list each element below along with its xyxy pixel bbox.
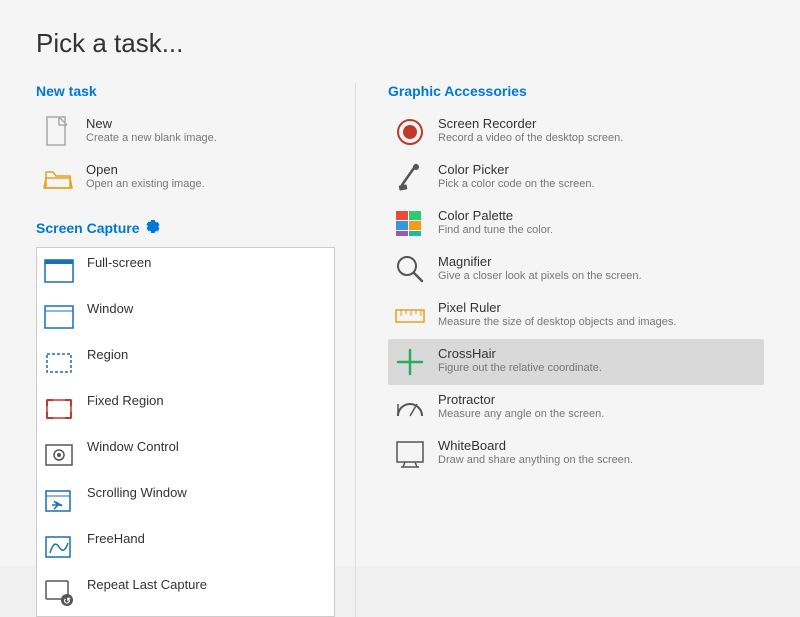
scrolling-window-item[interactable]: Scrolling Window (37, 478, 334, 524)
color-picker-label: Color Picker (438, 162, 595, 177)
whiteboard-icon (394, 438, 426, 470)
region-label: Region (87, 347, 128, 362)
freehand-icon (43, 531, 75, 563)
new-task-section: New task New Create a new blank image. (36, 83, 335, 201)
window-item[interactable]: Window (37, 294, 334, 340)
color-picker-icon (394, 162, 426, 194)
window-control-item[interactable]: Window Control (37, 432, 334, 478)
window-label: Window (87, 301, 133, 316)
color-palette-icon (394, 208, 426, 240)
screen-capture-section: Screen Capture (36, 219, 335, 617)
region-item[interactable]: Region (37, 340, 334, 386)
crosshair-item[interactable]: CrossHair Figure out the relative coordi… (388, 339, 764, 385)
freehand-item[interactable]: FreeHand (37, 524, 334, 570)
pixel-ruler-icon (394, 300, 426, 332)
screen-recorder-icon (394, 116, 426, 148)
new-label: New (86, 116, 217, 131)
open-label: Open (86, 162, 205, 177)
magnifier-icon (394, 254, 426, 286)
open-item[interactable]: Open Open an existing image. (36, 155, 335, 201)
fixed-region-item[interactable]: Fixed Region (37, 386, 334, 432)
scrolling-window-label: Scrolling Window (87, 485, 187, 500)
right-column: Graphic Accessories Screen Recorder Reco… (356, 83, 764, 617)
page-title: Pick a task... (36, 28, 764, 59)
graphic-accessories-title: Graphic Accessories (388, 83, 764, 99)
protractor-label: Protractor (438, 392, 604, 407)
window-control-icon (43, 439, 75, 471)
fixed-region-icon (43, 393, 75, 425)
fullscreen-label: Full-screen (87, 255, 151, 270)
magnifier-label: Magnifier (438, 254, 642, 269)
window-icon (43, 301, 75, 333)
screen-capture-title: Screen Capture (36, 219, 335, 237)
pixel-ruler-label: Pixel Ruler (438, 300, 676, 315)
whiteboard-desc: Draw and share anything on the screen. (438, 454, 633, 466)
new-desc: Create a new blank image. (86, 132, 217, 144)
screen-recorder-label: Screen Recorder (438, 116, 623, 131)
screen-capture-list[interactable]: Full-screen Window (36, 247, 335, 617)
fullscreen-icon (43, 255, 75, 287)
screen-recorder-desc: Record a video of the desktop screen. (438, 132, 623, 144)
magnifier-desc: Give a closer look at pixels on the scre… (438, 270, 642, 282)
crosshair-desc: Figure out the relative coordinate. (438, 362, 602, 374)
region-icon (43, 347, 75, 379)
crosshair-icon (394, 346, 426, 378)
svg-text:↺: ↺ (63, 596, 71, 606)
new-task-title: New task (36, 83, 335, 99)
left-column: New task New Create a new blank image. (36, 83, 356, 617)
color-picker-desc: Pick a color code on the screen. (438, 178, 595, 190)
new-item[interactable]: New Create a new blank image. (36, 109, 335, 155)
repeat-last-icon: ↺ (43, 577, 75, 609)
color-palette-desc: Find and tune the color. (438, 224, 553, 236)
color-palette-label: Color Palette (438, 208, 553, 223)
color-picker-item[interactable]: Color Picker Pick a color code on the sc… (388, 155, 764, 201)
protractor-desc: Measure any angle on the screen. (438, 408, 604, 420)
protractor-item[interactable]: Protractor Measure any angle on the scre… (388, 385, 764, 431)
whiteboard-label: WhiteBoard (438, 438, 633, 453)
open-desc: Open an existing image. (86, 178, 205, 190)
screen-recorder-item[interactable]: Screen Recorder Record a video of the de… (388, 109, 764, 155)
pixel-ruler-item[interactable]: Pixel Ruler Measure the size of desktop … (388, 293, 764, 339)
new-icon (42, 116, 74, 148)
freehand-label: FreeHand (87, 531, 145, 546)
fullscreen-item[interactable]: Full-screen (37, 248, 334, 294)
window-control-label: Window Control (87, 439, 179, 454)
magnifier-item[interactable]: Magnifier Give a closer look at pixels o… (388, 247, 764, 293)
whiteboard-item[interactable]: WhiteBoard Draw and share anything on th… (388, 431, 764, 477)
settings-icon[interactable] (145, 219, 160, 237)
pixel-ruler-desc: Measure the size of desktop objects and … (438, 316, 676, 328)
crosshair-label: CrossHair (438, 346, 602, 361)
repeat-last-label: Repeat Last Capture (87, 577, 207, 592)
fixed-region-label: Fixed Region (87, 393, 164, 408)
open-icon (42, 162, 74, 194)
protractor-icon (394, 392, 426, 424)
repeat-last-item[interactable]: ↺ Repeat Last Capture (37, 570, 334, 616)
color-palette-item[interactable]: Color Palette Find and tune the color. (388, 201, 764, 247)
scrolling-window-icon (43, 485, 75, 517)
